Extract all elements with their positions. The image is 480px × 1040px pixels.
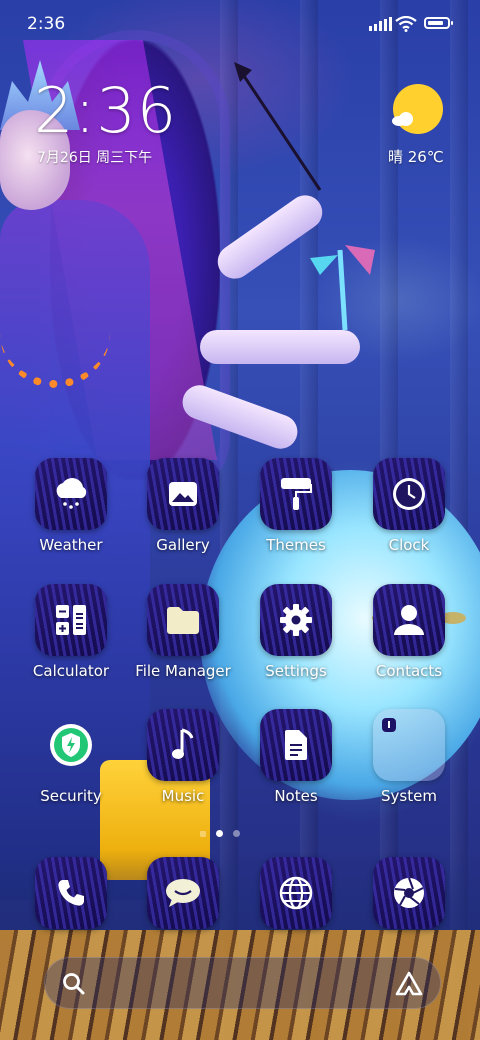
app-label: System	[381, 787, 437, 805]
status-time: 2:36	[27, 14, 66, 34]
app-label: Settings	[265, 662, 327, 680]
page-indicator[interactable]	[200, 830, 240, 837]
clock-widget-time[interactable]: 2:36	[34, 74, 177, 147]
weather-widget-text[interactable]: 晴 26℃	[388, 146, 444, 167]
app-label: Weather	[39, 536, 103, 554]
search-icon[interactable]	[61, 971, 87, 997]
app-themes[interactable]: Themes	[241, 458, 351, 554]
wifi-icon	[395, 16, 417, 32]
page-dot[interactable]	[200, 830, 206, 837]
folder-icon[interactable]	[147, 584, 219, 656]
mini-app-icon	[382, 718, 396, 732]
app-music[interactable]: Music	[128, 709, 238, 805]
app-label: Contacts	[375, 662, 443, 680]
app-security[interactable]: Security	[16, 709, 126, 805]
clock-widget-date[interactable]: 7月26日 周三下午	[37, 147, 152, 167]
sun-icon[interactable]	[393, 84, 443, 134]
axe-weapon	[310, 245, 375, 331]
app-label: Themes	[266, 536, 326, 554]
app-calculator[interactable]: Calculator	[16, 584, 126, 680]
note-icon[interactable]	[260, 709, 332, 781]
app-settings[interactable]: Settings	[241, 584, 351, 680]
status-bar: 2:36	[0, 0, 480, 50]
app-contacts[interactable]: Contacts	[354, 584, 464, 680]
app-weather[interactable]: Weather	[16, 458, 126, 554]
app-label: Security	[40, 787, 102, 805]
app-label: File Manager	[135, 662, 231, 680]
app-notes[interactable]: Notes	[241, 709, 351, 805]
clock-icon[interactable]	[373, 458, 445, 530]
folder-system-icon[interactable]	[373, 709, 445, 781]
weather-cloud-icon[interactable]	[35, 458, 107, 530]
dock-messages[interactable]	[128, 857, 238, 929]
app-label: Gallery	[156, 536, 210, 554]
app-label: Notes	[274, 787, 318, 805]
camera-aperture-icon[interactable]	[373, 857, 445, 929]
app-label: Calculator	[32, 662, 110, 680]
search-bar[interactable]	[44, 957, 441, 1009]
music-note-icon[interactable]	[147, 709, 219, 781]
folder-system[interactable]: System	[354, 709, 464, 805]
app-label: Music	[161, 787, 205, 805]
gear-icon[interactable]	[260, 584, 332, 656]
person-icon[interactable]	[373, 584, 445, 656]
paint-roller-icon[interactable]	[260, 458, 332, 530]
messages-icon[interactable]	[147, 857, 219, 929]
gallery-icon[interactable]	[147, 458, 219, 530]
security-shield-icon[interactable]	[35, 709, 107, 781]
app-file-manager[interactable]: File Manager	[128, 584, 238, 680]
page-dot[interactable]	[233, 830, 240, 837]
calculator-icon[interactable]	[35, 584, 107, 656]
browser-globe-icon[interactable]	[260, 857, 332, 929]
dock-camera[interactable]	[354, 857, 464, 929]
app-gallery[interactable]: Gallery	[128, 458, 238, 554]
signal-bars-icon	[369, 17, 392, 31]
app-clock[interactable]: Clock	[354, 458, 464, 554]
app-label: Clock	[388, 536, 430, 554]
assistant-icon[interactable]	[394, 970, 424, 998]
dock-phone[interactable]	[16, 857, 126, 929]
page-dot-active[interactable]	[216, 830, 223, 837]
phone-icon[interactable]	[35, 857, 107, 929]
battery-icon	[424, 17, 453, 29]
arrow-weapon	[234, 62, 322, 191]
dock-browser[interactable]	[241, 857, 351, 929]
battery-level	[428, 21, 444, 25]
cloud-icon	[390, 112, 414, 126]
